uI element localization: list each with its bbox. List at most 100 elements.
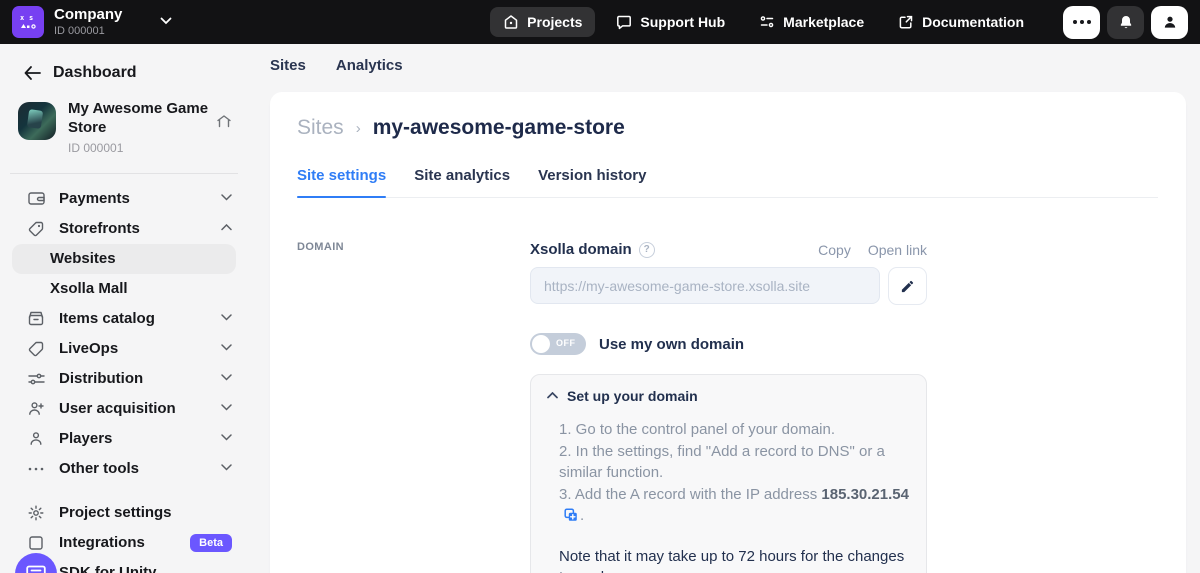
page-title: my-awesome-game-store — [373, 116, 625, 140]
sidebar-nav: Payments Storefronts Websites Xsolla Mal… — [0, 184, 248, 573]
tag-outline-icon — [28, 341, 46, 357]
bell-icon — [1118, 14, 1134, 30]
user-icon — [1162, 14, 1178, 30]
sidebar-item-websites[interactable]: Websites — [12, 244, 236, 274]
company-chevron-down-icon[interactable] — [160, 16, 172, 28]
sidebar-divider — [10, 173, 238, 174]
more-options-button[interactable] — [1063, 6, 1100, 39]
project-home-icon[interactable] — [216, 114, 232, 134]
company-id: ID 000001 — [54, 25, 122, 37]
tab-version-history[interactable]: Version history — [538, 167, 646, 197]
edit-domain-button[interactable] — [888, 267, 927, 305]
nav-support-hub[interactable]: Support Hub — [603, 7, 738, 37]
sidebar-item-label: Items catalog — [59, 310, 221, 327]
sidebar-item-label: Players — [59, 430, 221, 447]
sidebar-item-liveops[interactable]: LiveOps — [0, 334, 248, 364]
tab-site-analytics[interactable]: Site analytics — [414, 167, 510, 197]
site-settings-card: Sites › my-awesome-game-store Site setti… — [270, 92, 1186, 573]
copy-link[interactable]: Copy — [818, 242, 851, 258]
chevron-down-icon — [221, 403, 232, 414]
back-label: Dashboard — [53, 64, 137, 82]
setup-instructions: 1. Go to the control panel of your domai… — [547, 419, 910, 529]
sidebar-item-label: Integrations — [59, 534, 190, 551]
setup-panel-header[interactable]: Set up your domain — [547, 388, 910, 404]
toggle-knob — [532, 335, 550, 353]
top-header: x s Company ID 000001 Projects Support H… — [0, 0, 1200, 44]
back-to-dashboard[interactable]: Dashboard — [0, 54, 248, 92]
sidebar-item-other-tools[interactable]: Other tools — [0, 454, 248, 484]
sidebar-item-label: Xsolla Mall — [50, 280, 232, 297]
sidebar-item-players[interactable]: Players — [0, 424, 248, 454]
storefront-icon — [759, 14, 775, 30]
project-name: My Awesome Game Store — [68, 100, 212, 138]
setup-note: Note that it may take up to 72 hours for… — [547, 546, 910, 573]
sidebar-item-project-settings[interactable]: Project settings — [0, 498, 248, 528]
help-icon[interactable]: ? — [639, 242, 655, 258]
nav-documentation[interactable]: Documentation — [885, 7, 1037, 37]
top-tabs: Sites Analytics — [248, 44, 1200, 74]
chevron-down-icon — [221, 313, 232, 324]
project-avatar — [18, 102, 56, 140]
main-area: Sites Analytics Sites › my-awesome-game-… — [248, 44, 1200, 573]
tab-analytics[interactable]: Analytics — [336, 57, 403, 74]
sidebar-item-distribution[interactable]: Distribution — [0, 364, 248, 394]
sidebar-item-label: User acquisition — [59, 400, 221, 417]
nav-projects[interactable]: Projects — [490, 7, 595, 37]
project-block[interactable]: My Awesome Game Store ID 000001 — [0, 92, 248, 161]
sidebar-item-label: Other tools — [59, 460, 221, 477]
ip-address: 185.30.21.54 — [821, 486, 909, 503]
xsolla-logo[interactable]: x s — [12, 6, 44, 38]
copy-ip-icon[interactable] — [564, 507, 578, 529]
project-id: ID 000001 — [68, 141, 212, 155]
sidebar-item-label: Project settings — [59, 504, 232, 521]
sidebar-section-gap — [0, 484, 248, 498]
nav-support-hub-label: Support Hub — [640, 14, 725, 30]
sidebar-item-xsolla-mall[interactable]: Xsolla Mall — [0, 274, 248, 304]
sidebar-item-label: LiveOps — [59, 340, 221, 357]
gear-icon — [28, 505, 46, 521]
nav-marketplace[interactable]: Marketplace — [746, 7, 877, 37]
card-tabs-divider — [297, 197, 1158, 198]
sidebar: Dashboard My Awesome Game Store ID 00000… — [0, 44, 248, 573]
wallet-icon — [28, 191, 46, 206]
xsolla-domain-header: Xsolla domain ? Copy Open link — [530, 241, 927, 258]
breadcrumb-separator-icon: › — [356, 120, 361, 137]
own-domain-row: OFF Use my own domain — [530, 333, 927, 355]
setup-step-3-period: . — [580, 507, 584, 524]
setup-step-2: 2. In the settings, find "Add a record t… — [559, 441, 910, 484]
breadcrumb-sites[interactable]: Sites — [297, 116, 344, 140]
sidebar-item-label: Payments — [59, 190, 221, 207]
domain-section-label: DOMAIN — [297, 241, 530, 253]
setup-step-1: 1. Go to the control panel of your domai… — [559, 419, 910, 441]
account-button[interactable] — [1151, 6, 1188, 39]
breadcrumb: Sites › my-awesome-game-store — [297, 116, 1158, 140]
open-link[interactable]: Open link — [868, 242, 927, 258]
sidebar-item-storefronts[interactable]: Storefronts — [0, 214, 248, 244]
sidebar-item-label: Distribution — [59, 370, 221, 387]
sidebar-item-label: SDK for Unity — [59, 564, 232, 573]
setup-panel-title: Set up your domain — [567, 388, 698, 404]
xsolla-logo-icon: x s — [18, 12, 38, 32]
svg-text:s: s — [29, 14, 33, 22]
chevron-up-icon — [221, 223, 232, 234]
sidebar-item-user-acquisition[interactable]: User acquisition — [0, 394, 248, 424]
use-own-domain-label: Use my own domain — [599, 336, 744, 353]
header-actions — [1063, 6, 1188, 39]
external-link-icon — [898, 14, 914, 30]
notifications-button[interactable] — [1107, 6, 1144, 39]
toggle-state-label: OFF — [556, 338, 576, 348]
back-arrow-icon — [24, 66, 41, 80]
tab-sites[interactable]: Sites — [270, 57, 306, 74]
nav-documentation-label: Documentation — [922, 14, 1024, 30]
tab-site-settings[interactable]: Site settings — [297, 167, 386, 197]
box-icon — [28, 311, 46, 326]
sidebar-item-items-catalog[interactable]: Items catalog — [0, 304, 248, 334]
chevron-down-icon — [221, 343, 232, 354]
svg-text:x: x — [20, 14, 25, 22]
use-own-domain-toggle[interactable]: OFF — [530, 333, 586, 355]
company-name: Company — [54, 7, 122, 24]
sidebar-item-payments[interactable]: Payments — [0, 184, 248, 214]
xsolla-domain-input[interactable] — [530, 267, 880, 304]
company-selector[interactable]: Company ID 000001 — [54, 7, 122, 37]
chevron-down-icon — [221, 373, 232, 384]
